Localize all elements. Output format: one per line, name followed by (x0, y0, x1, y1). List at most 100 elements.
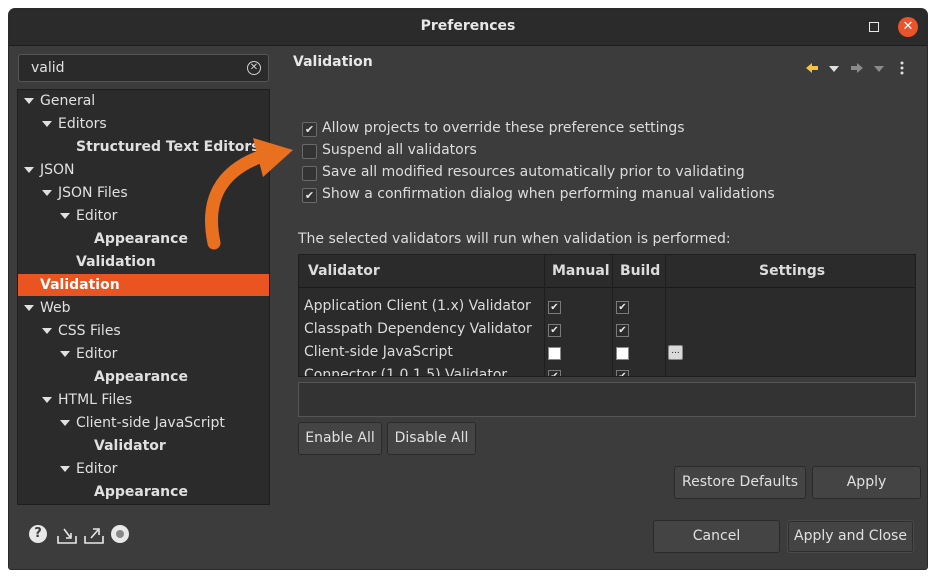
manual-checkbox[interactable]: ✔ (548, 324, 561, 337)
clear-filter-icon[interactable]: ✕ (247, 61, 261, 75)
tree-item-web[interactable]: Web (18, 297, 269, 319)
tree-label: Web (40, 300, 71, 316)
tree-label: Validator (94, 438, 166, 454)
maximize-icon[interactable] (869, 22, 879, 32)
tree-label: Validation (40, 277, 120, 293)
validators-table: Validator Manual Build Settings Applicat… (298, 254, 916, 377)
preferences-window: Preferences ✕ ✕ General Editors Structur… (9, 9, 927, 569)
validator-description-box (298, 382, 916, 417)
apply-and-close-button[interactable]: Apply and Close (787, 520, 914, 553)
tree-item-json[interactable]: JSON (18, 159, 269, 181)
tree-label: JSON (40, 162, 75, 178)
checkbox[interactable] (302, 144, 317, 159)
table-row[interactable]: Client-side JavaScript ... (299, 342, 915, 365)
manual-checkbox[interactable] (548, 347, 561, 360)
import-icon[interactable] (56, 525, 78, 545)
column-header-settings[interactable]: Settings (759, 263, 825, 279)
validator-settings-button[interactable]: ... (668, 345, 683, 360)
tree-label: Editor (76, 461, 118, 477)
tree-item-html-editor[interactable]: Editor (18, 458, 269, 480)
validator-name: Connector (1.0,1.5) Validator (304, 367, 508, 377)
table-row[interactable]: Connector (1.0,1.5) Validator ✔ ✔ (299, 365, 915, 377)
build-checkbox[interactable]: ✔ (616, 301, 629, 314)
manual-checkbox[interactable]: ✔ (548, 301, 561, 314)
expand-arrow-icon[interactable] (60, 466, 70, 472)
preference-tree: General Editors Structured Text Editors … (17, 89, 270, 505)
forward-history-dropdown-icon[interactable] (874, 66, 884, 72)
tree-label: Editor (76, 208, 118, 224)
tree-item-client-side-javascript[interactable]: Client-side JavaScript (18, 412, 269, 434)
table-row[interactable]: Classpath Dependency Validator ✔ ✔ (299, 319, 915, 342)
cancel-button[interactable]: Cancel (653, 520, 780, 553)
expand-arrow-icon[interactable] (24, 98, 34, 104)
table-header: Validator Manual Build Settings (299, 255, 915, 288)
tree-label: Editor (76, 346, 118, 362)
window-title: Preferences (420, 18, 516, 34)
expand-arrow-icon[interactable] (42, 397, 52, 403)
validator-name: Application Client (1.x) Validator (304, 298, 531, 314)
disable-all-button[interactable]: Disable All (387, 422, 476, 455)
option-label: Show a confirmation dialog when performi… (322, 186, 775, 202)
expand-arrow-icon[interactable] (24, 305, 34, 311)
back-history-dropdown-icon[interactable] (829, 66, 839, 72)
tree-label: Appearance (94, 231, 188, 247)
column-header-validator[interactable]: Validator (308, 263, 380, 279)
tree-label: JSON Files (58, 185, 128, 201)
enable-all-button[interactable]: Enable All (298, 422, 382, 455)
tree-label: Appearance (94, 484, 188, 500)
tree-item-html-files[interactable]: HTML Files (18, 389, 269, 411)
tree-item-json-editor[interactable]: Editor (18, 205, 269, 227)
filter-field[interactable]: ✕ (18, 54, 269, 82)
build-checkbox[interactable]: ✔ (616, 370, 629, 376)
forward-arrow-icon[interactable] (850, 62, 864, 74)
apply-button[interactable]: Apply (812, 466, 921, 499)
option-label: Save all modified resources automaticall… (322, 164, 745, 180)
tree-item-css-files[interactable]: CSS Files (18, 320, 269, 342)
checkbox[interactable]: ✔ (302, 188, 317, 203)
tree-item-general[interactable]: General (18, 90, 269, 112)
tree-item-json-appearance[interactable]: Appearance (18, 228, 269, 250)
validator-name: Client-side JavaScript (304, 344, 453, 360)
expand-arrow-icon[interactable] (42, 328, 52, 334)
page-title: Validation (293, 54, 373, 70)
column-header-manual[interactable]: Manual (552, 263, 610, 279)
expand-arrow-icon[interactable] (60, 420, 70, 426)
tree-item-css-appearance[interactable]: Appearance (18, 366, 269, 388)
tree-item-validation[interactable]: Validation (18, 274, 269, 296)
record-icon[interactable] (111, 525, 129, 543)
manual-checkbox[interactable]: ✔ (548, 370, 561, 376)
expand-arrow-icon[interactable] (60, 213, 70, 219)
table-row[interactable]: Application Client (1.x) Validator ✔ ✔ (299, 296, 915, 319)
tree-item-json-validation[interactable]: Validation (18, 251, 269, 273)
option-label: Allow projects to override these prefere… (322, 120, 685, 136)
tree-label: Appearance (94, 369, 188, 385)
build-checkbox[interactable] (616, 347, 629, 360)
build-checkbox[interactable]: ✔ (616, 324, 629, 337)
tree-item-editors[interactable]: Editors (18, 113, 269, 135)
tree-item-html-appearance[interactable]: Appearance (18, 481, 269, 503)
tree-item-validator[interactable]: Validator (18, 435, 269, 457)
help-icon[interactable]: ? (29, 525, 47, 543)
close-icon[interactable]: ✕ (898, 17, 918, 37)
expand-arrow-icon[interactable] (42, 190, 52, 196)
tree-item-json-files[interactable]: JSON Files (18, 182, 269, 204)
column-header-build[interactable]: Build (620, 263, 660, 279)
tree-label: HTML Files (58, 392, 133, 408)
tree-item-structured-text-editors[interactable]: Structured Text Editors (18, 136, 269, 158)
export-icon[interactable] (83, 525, 105, 545)
expand-arrow-icon[interactable] (24, 167, 34, 173)
restore-defaults-button[interactable]: Restore Defaults (674, 466, 806, 499)
checkbox[interactable] (302, 166, 317, 181)
option-label: Suspend all validators (322, 142, 477, 158)
expand-arrow-icon[interactable] (60, 351, 70, 357)
back-arrow-icon[interactable] (805, 62, 819, 74)
view-menu-icon[interactable] (900, 61, 904, 75)
tree-item-css-editor[interactable]: Editor (18, 343, 269, 365)
tree-label: Client-side JavaScript (76, 415, 225, 431)
filter-input[interactable] (31, 59, 231, 77)
tree-label: General (40, 93, 96, 109)
tree-label: Editors (58, 116, 107, 132)
validators-info-text: The selected validators will run when va… (298, 231, 731, 247)
expand-arrow-icon[interactable] (42, 121, 52, 127)
checkbox[interactable]: ✔ (302, 122, 317, 137)
